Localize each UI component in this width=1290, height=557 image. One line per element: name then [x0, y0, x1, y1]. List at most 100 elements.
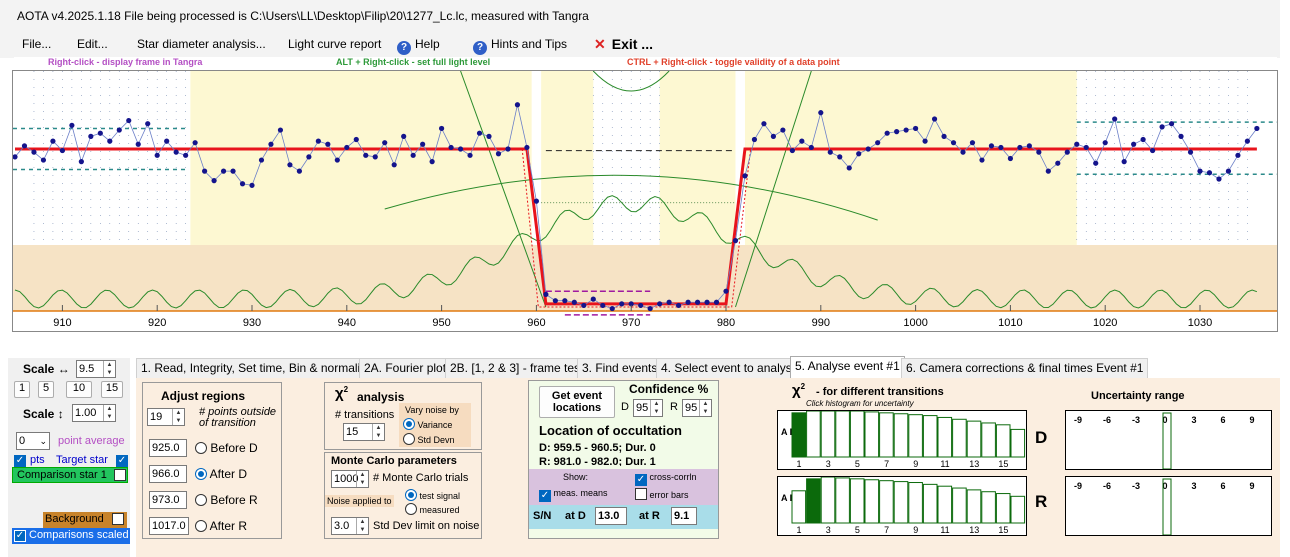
zoom-15-button[interactable]: 15 — [101, 381, 123, 398]
meas-means-option[interactable]: ✓ meas. means — [539, 488, 608, 502]
tab-read-integrity[interactable]: 1. Read, Integrity, Set time, Bin & norm… — [136, 358, 378, 378]
std-devn-radio[interactable] — [403, 433, 415, 445]
data-point — [1168, 121, 1175, 127]
after-d-value[interactable]: 966.0 — [149, 465, 187, 483]
get-event-locations-button[interactable]: Get event locations — [539, 386, 615, 418]
after-d-option[interactable]: After D — [195, 467, 247, 481]
data-point — [1112, 116, 1118, 122]
point-average-value: 0 — [19, 435, 26, 447]
tab-fourier-plot[interactable]: 2A. Fourier plot — [359, 358, 452, 378]
after-d-radio[interactable] — [195, 468, 207, 480]
measured-option[interactable]: measured — [405, 503, 460, 515]
data-point — [514, 102, 521, 108]
menu-file[interactable]: File... — [22, 37, 51, 51]
std-devn-option[interactable]: Std Devn — [403, 433, 455, 445]
spinner-arrows-icon[interactable]: ▲ ▼ — [356, 518, 368, 534]
pts-checkbox[interactable]: ✓ — [14, 455, 26, 467]
zoom-5-button[interactable]: 5 — [38, 381, 54, 398]
after-r-value[interactable]: 1017.0 — [149, 517, 189, 535]
tab-frame-test[interactable]: 2B. [1, 2 & 3] - frame test — [445, 358, 589, 378]
comparisons-scaled-checkbox[interactable]: ✓ — [14, 530, 26, 542]
scale-h-spinner[interactable]: 9.5 ▲ ▼ — [76, 360, 116, 378]
spinner-arrows-icon[interactable]: ▲ ▼ — [699, 400, 711, 416]
transitions-spinner[interactable]: 15 ▲ ▼ — [343, 423, 385, 441]
background-checkbox[interactable] — [112, 513, 124, 525]
test-signal-label: test signal — [419, 491, 461, 501]
comparison-star-checkbox[interactable] — [114, 469, 126, 481]
data-point — [694, 299, 701, 305]
data-point — [31, 149, 37, 155]
tab-select-event[interactable]: 4. Select event to analyse — [656, 358, 804, 378]
error-bars-checkbox[interactable] — [635, 488, 647, 500]
data-point — [1017, 144, 1023, 151]
data-point — [988, 143, 995, 149]
conf-r-value: 95 — [685, 402, 698, 414]
conf-d-spinner[interactable]: 95 ▲ ▼ — [633, 399, 663, 417]
before-d-option[interactable]: Before D — [195, 441, 258, 455]
spinner-arrows-icon[interactable]: ▲ ▼ — [356, 471, 368, 487]
data-point — [1254, 125, 1260, 132]
histogram-tick-label: 3 — [826, 525, 831, 535]
menu-star-diameter[interactable]: Star diameter analysis... — [137, 37, 266, 51]
spinner-arrows-icon[interactable]: ▲ ▼ — [650, 400, 662, 416]
uncertainty-tick-label: -6 — [1103, 415, 1111, 425]
tab-find-events[interactable]: 3. Find events — [577, 358, 663, 378]
variance-radio[interactable] — [403, 418, 415, 430]
comparisons-scaled-row[interactable]: ✓ Comparisons scaled — [12, 528, 130, 544]
point-average-select[interactable]: 0 ⌄ — [16, 432, 50, 450]
test-signal-radio[interactable] — [405, 489, 417, 501]
data-point — [666, 299, 672, 305]
light-curve-chart[interactable]: 910 920 930 940 950 960 970 980 990 1000 1010 1020 1… — [12, 70, 1278, 332]
zoom-1-button[interactable]: 1 — [14, 381, 30, 398]
data-point — [533, 198, 540, 204]
spinner-arrows-icon[interactable]: ▲ ▼ — [372, 424, 384, 440]
spinner-arrows-icon[interactable]: ▲ ▼ — [103, 405, 115, 421]
r-histogram[interactable]: A L L13579111315 — [777, 476, 1027, 536]
background-label: Background — [45, 513, 104, 525]
menu-exit[interactable]: ✕ Exit ... — [594, 36, 653, 53]
before-r-radio[interactable] — [195, 494, 207, 506]
histogram-bar — [908, 414, 923, 458]
after-r-option[interactable]: After R — [195, 519, 247, 533]
data-point — [562, 298, 568, 304]
background-band — [13, 245, 1277, 311]
std-limit-spinner[interactable]: 3.0 ▲ ▼ — [331, 517, 369, 535]
cross-corrln-option[interactable]: ✓ cross-corrln — [635, 472, 697, 486]
menu-hints[interactable]: ? Hints and Tips — [473, 37, 567, 55]
menu-edit[interactable]: Edit... — [77, 37, 108, 51]
tab-analyse-event[interactable]: 5. Analyse event #1 — [790, 356, 905, 378]
test-signal-option[interactable]: test signal — [405, 489, 460, 501]
menu-help[interactable]: ? Help — [397, 37, 440, 55]
d-histogram[interactable]: A L L13579111315 — [777, 410, 1027, 470]
target-star-checkbox[interactable]: ✓ — [116, 455, 128, 467]
zoom-10-button[interactable]: 10 — [66, 381, 92, 398]
meas-means-checkbox[interactable]: ✓ — [539, 490, 551, 502]
error-bars-option[interactable]: error bars — [635, 488, 689, 500]
cross-corrln-checkbox[interactable]: ✓ — [635, 474, 647, 486]
before-d-value[interactable]: 925.0 — [149, 439, 187, 457]
menu-light-curve-report[interactable]: Light curve report — [288, 37, 381, 51]
data-point — [780, 127, 786, 133]
data-point — [875, 140, 881, 146]
comparison-star-row[interactable]: Comparison star 1 — [12, 467, 128, 483]
spinner-arrows-icon[interactable]: ▲ ▼ — [172, 409, 184, 425]
scale-v-spinner[interactable]: 1.00 ▲ ▼ — [72, 404, 116, 422]
data-point — [1140, 136, 1146, 143]
trials-spinner[interactable]: 1000 ▲ ▼ — [331, 470, 369, 488]
histogram-bar — [849, 410, 865, 458]
tab-camera-corrections[interactable]: 6. Camera corrections & final times Even… — [901, 358, 1149, 378]
before-r-value[interactable]: 973.0 — [149, 491, 187, 509]
points-outside-spinner[interactable]: 19 ▲ ▼ — [147, 408, 185, 426]
before-r-option[interactable]: Before R — [195, 493, 258, 507]
light-curve-svg[interactable]: 910 920 930 940 950 960 970 980 990 1000 1010 1020 1… — [13, 71, 1278, 332]
spinner-arrows-icon[interactable]: ▲ ▼ — [103, 361, 115, 377]
variance-option[interactable]: Variance — [403, 418, 452, 430]
data-point — [657, 301, 663, 307]
close-icon: ✕ — [594, 36, 606, 52]
conf-r-spinner[interactable]: 95 ▲ ▼ — [682, 399, 712, 417]
after-r-radio[interactable] — [195, 520, 207, 532]
background-row[interactable]: Background — [43, 512, 127, 528]
r-uncertainty: -9 -6 -3 0 3 6 9 — [1065, 476, 1272, 536]
measured-radio[interactable] — [405, 503, 417, 515]
before-d-radio[interactable] — [195, 442, 207, 454]
